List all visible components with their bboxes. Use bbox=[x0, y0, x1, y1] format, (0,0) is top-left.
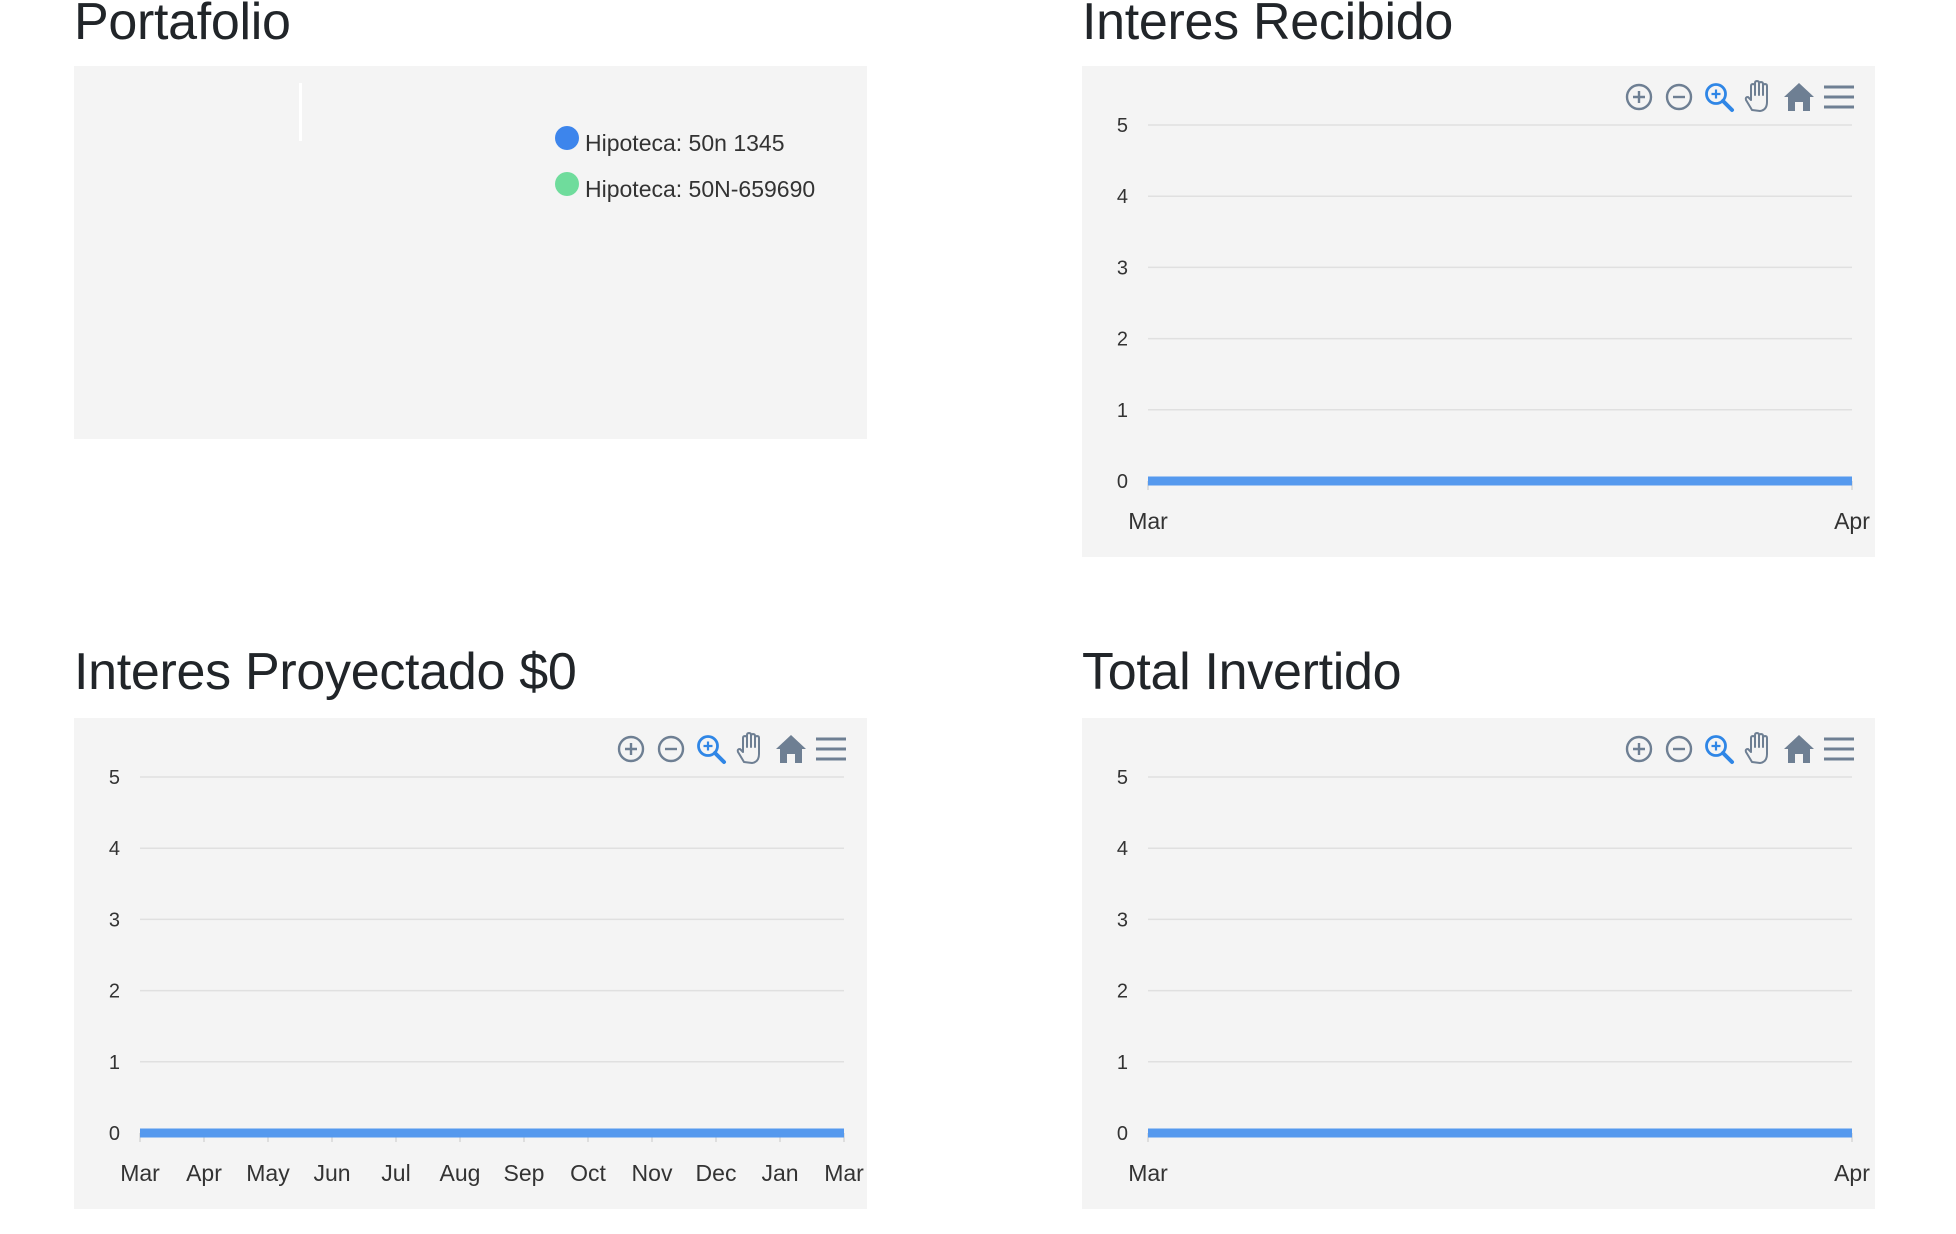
y-tick-label: 4 bbox=[109, 838, 120, 860]
menu-icon[interactable] bbox=[811, 728, 851, 770]
legend-item[interactable]: Hipoteca: 50N-659690 bbox=[555, 166, 815, 212]
legend-label: Hipoteca: 50N-659690 bbox=[585, 175, 816, 202]
y-tick-label: 2 bbox=[1117, 981, 1128, 1003]
reset-home-icon[interactable] bbox=[1779, 728, 1819, 770]
total-invertido-chart: 0 1 2 3 4 5 Mar Apr bbox=[1082, 718, 1875, 1209]
y-tick-label: 5 bbox=[1117, 767, 1128, 789]
pan-hand-icon[interactable] bbox=[1739, 728, 1779, 770]
reset-home-icon[interactable] bbox=[771, 728, 811, 770]
interes-proyectado-chart: 0 1 2 3 4 5 Mar Apr May Jun Jul Aug Sep Oct Nov Dec Jan M… bbox=[74, 718, 867, 1209]
zoom-out-icon[interactable] bbox=[651, 728, 691, 770]
zoom-out-icon[interactable] bbox=[1659, 728, 1699, 770]
y-tick-label: 2 bbox=[1117, 329, 1128, 351]
interes-recibido-chart: 0 1 2 3 4 5 Mar Apr bbox=[1082, 66, 1875, 557]
x-tick-label: Aug bbox=[440, 1160, 481, 1186]
x-tick-label: Apr bbox=[1834, 508, 1870, 534]
chart-toolbar bbox=[1619, 728, 1859, 770]
menu-icon[interactable] bbox=[1819, 728, 1859, 770]
y-tick-label: 4 bbox=[1117, 186, 1128, 208]
portafolio-title: Portafolio bbox=[74, 0, 291, 51]
portafolio-chart: Hipoteca: 50n 1345 Hipoteca: 50N-659690 bbox=[74, 66, 867, 439]
y-tick-label: 3 bbox=[109, 909, 120, 931]
x-tick-label: Mar bbox=[824, 1160, 864, 1186]
reset-home-icon[interactable] bbox=[1779, 76, 1819, 118]
zoom-in-icon[interactable] bbox=[611, 728, 651, 770]
chart-svg: 0 1 2 3 4 5 Mar Apr bbox=[1117, 767, 1870, 1186]
x-tick-label: Nov bbox=[632, 1160, 673, 1186]
legend-label: Hipoteca: 50n 1345 bbox=[585, 129, 785, 156]
chart-svg: 0 1 2 3 4 5 Mar Apr bbox=[1117, 115, 1870, 534]
y-tick-label: 1 bbox=[1117, 1052, 1128, 1074]
y-tick-label: 5 bbox=[109, 767, 120, 789]
y-tick-label: 4 bbox=[1117, 838, 1128, 860]
x-tick-label: Mar bbox=[120, 1160, 160, 1186]
x-tick-label: Dec bbox=[696, 1160, 737, 1186]
y-tick-label: 0 bbox=[109, 1123, 120, 1145]
x-tick-label: Oct bbox=[570, 1160, 606, 1186]
legend-marker-blue bbox=[555, 126, 579, 150]
x-tick-label: Apr bbox=[186, 1160, 222, 1186]
legend-item[interactable]: Hipoteca: 50n 1345 bbox=[555, 120, 815, 166]
interes-recibido-title: Interes Recibido bbox=[1082, 0, 1453, 51]
x-tick-label: Apr bbox=[1834, 1160, 1870, 1186]
zoom-out-icon[interactable] bbox=[1659, 76, 1699, 118]
x-tick-label: May bbox=[246, 1160, 290, 1186]
pie-slice-marker bbox=[299, 83, 302, 141]
interes-proyectado-title: Interes Proyectado $0 bbox=[74, 643, 577, 701]
total-invertido-title: Total Invertido bbox=[1082, 643, 1402, 701]
y-tick-label: 5 bbox=[1117, 115, 1128, 137]
x-tick-label: Sep bbox=[504, 1160, 545, 1186]
menu-icon[interactable] bbox=[1819, 76, 1859, 118]
zoom-in-icon[interactable] bbox=[1619, 76, 1659, 118]
x-tick-label: Mar bbox=[1128, 508, 1168, 534]
pan-hand-icon[interactable] bbox=[731, 728, 771, 770]
x-tick-label: Mar bbox=[1128, 1160, 1168, 1186]
x-tick-label: Jul bbox=[381, 1160, 410, 1186]
chart-toolbar bbox=[611, 728, 851, 770]
x-tick-label: Jan bbox=[761, 1160, 798, 1186]
selection-zoom-icon[interactable] bbox=[691, 728, 731, 770]
selection-zoom-icon[interactable] bbox=[1699, 76, 1739, 118]
y-tick-label: 0 bbox=[1117, 471, 1128, 493]
y-tick-label: 2 bbox=[109, 981, 120, 1003]
legend-marker-green bbox=[555, 172, 579, 196]
chart-svg: 0 1 2 3 4 5 Mar Apr May Jun Jul Aug Sep Oct Nov Dec Jan M… bbox=[109, 767, 864, 1186]
chart-toolbar bbox=[1619, 76, 1859, 118]
pan-hand-icon[interactable] bbox=[1739, 76, 1779, 118]
y-tick-label: 3 bbox=[1117, 257, 1128, 279]
selection-zoom-icon[interactable] bbox=[1699, 728, 1739, 770]
portafolio-legend: Hipoteca: 50n 1345 Hipoteca: 50N-659690 bbox=[555, 120, 815, 212]
x-tick-label: Jun bbox=[313, 1160, 350, 1186]
y-tick-label: 3 bbox=[1117, 909, 1128, 931]
y-tick-label: 0 bbox=[1117, 1123, 1128, 1145]
zoom-in-icon[interactable] bbox=[1619, 728, 1659, 770]
y-tick-label: 1 bbox=[1117, 400, 1128, 422]
y-tick-label: 1 bbox=[109, 1052, 120, 1074]
